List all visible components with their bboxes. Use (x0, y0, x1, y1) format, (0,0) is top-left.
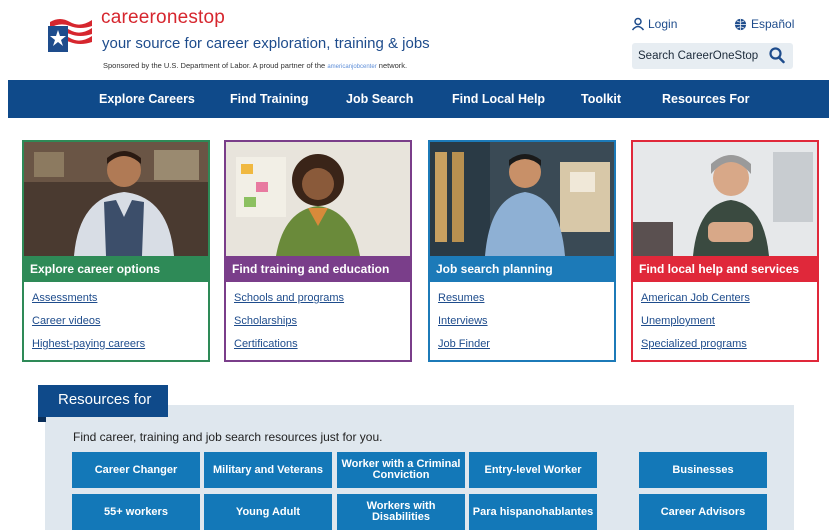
search-icon[interactable] (769, 47, 785, 64)
link-unemployment[interactable]: Unemployment (641, 315, 750, 327)
search-label: Search CareerOneStop (638, 50, 759, 62)
link-assessments[interactable]: Assessments (32, 292, 145, 304)
resource-button-disabilities[interactable]: Workers with Disabilities (337, 494, 465, 530)
sponsor-suffix: network. (378, 61, 408, 70)
link-certifications[interactable]: Certifications (234, 338, 344, 350)
link-highest-paying-careers[interactable]: Highest-paying careers (32, 338, 145, 350)
career-photo (24, 142, 208, 256)
resource-button-military-veterans[interactable]: Military and Veterans (204, 452, 332, 488)
card-links: Schools and programs Scholarships Certif… (234, 292, 344, 361)
resource-button-entry-level[interactable]: Entry-level Worker (469, 452, 597, 488)
card-links: Resumes Interviews Job Finder (438, 292, 490, 361)
job-search-photo (430, 142, 614, 256)
resource-button-career-advisors[interactable]: Career Advisors (639, 494, 767, 530)
nav-job-search[interactable]: Job Search (346, 80, 413, 118)
resource-button-young-adult[interactable]: Young Adult (204, 494, 332, 530)
brand-tagline: your source for career exploration, trai… (102, 35, 430, 52)
language-toggle[interactable]: Español (734, 17, 794, 31)
language-label: Español (751, 17, 795, 31)
login-link[interactable]: Login (631, 17, 677, 31)
resources-description: Find career, training and job search res… (73, 430, 383, 444)
card-title[interactable]: Job search planning (430, 256, 614, 282)
link-schools-and-programs[interactable]: Schools and programs (234, 292, 344, 304)
resource-button-55-plus[interactable]: 55+ workers (72, 494, 200, 530)
link-career-videos[interactable]: Career videos (32, 315, 145, 327)
sponsor-text: Sponsored by the U.S. Department of Labo… (103, 61, 326, 70)
resource-button-career-changer[interactable]: Career Changer (72, 452, 200, 488)
card-explore-careers: Explore career options Assessments Caree… (22, 140, 210, 362)
site-search[interactable]: Search CareerOneStop (632, 43, 793, 69)
brand-name[interactable]: careeronestop (101, 7, 225, 29)
card-find-local-help: Find local help and services American Jo… (631, 140, 819, 362)
nav-explore-careers[interactable]: Explore Careers (99, 80, 195, 118)
link-job-finder[interactable]: Job Finder (438, 338, 490, 350)
card-job-search: Job search planning Resumes Interviews J… (428, 140, 616, 362)
card-find-training: Find training and education Schools and … (224, 140, 412, 362)
link-scholarships[interactable]: Scholarships (234, 315, 344, 327)
nav-find-local-help[interactable]: Find Local Help (452, 80, 545, 118)
link-resumes[interactable]: Resumes (438, 292, 490, 304)
user-icon (631, 17, 645, 31)
nav-toolkit[interactable]: Toolkit (581, 80, 621, 118)
resource-button-criminal-conviction[interactable]: Worker with a Criminal Conviction (337, 452, 465, 488)
resources-title: Resources for (38, 385, 168, 417)
card-title[interactable]: Explore career options (24, 256, 208, 282)
card-links: Assessments Career videos Highest-paying… (32, 292, 145, 361)
main-navigation: Explore Careers Find Training Job Search… (8, 80, 829, 118)
link-interviews[interactable]: Interviews (438, 315, 490, 327)
link-american-job-centers[interactable]: American Job Centers (641, 292, 750, 304)
nav-resources-for[interactable]: Resources For (662, 80, 750, 118)
card-title[interactable]: Find training and education (226, 256, 410, 282)
local-help-photo (633, 142, 817, 256)
resource-button-hispanohablantes[interactable]: Para hispanohablantes (469, 494, 597, 530)
login-label: Login (648, 17, 678, 31)
american-job-center-link[interactable]: americanjobcenter (327, 64, 376, 70)
training-photo (226, 142, 410, 256)
link-specialized-programs[interactable]: Specialized programs (641, 338, 750, 350)
nav-find-training[interactable]: Find Training (230, 80, 308, 118)
site-header: careeronestop your source for career exp… (0, 0, 829, 78)
resource-button-businesses[interactable]: Businesses (639, 452, 767, 488)
card-links: American Job Centers Unemployment Specia… (641, 292, 750, 361)
card-title[interactable]: Find local help and services (633, 256, 817, 282)
careeronestop-logo-icon[interactable] (46, 12, 96, 56)
sponsor-note: Sponsored by the U.S. Department of Labo… (103, 61, 407, 70)
globe-icon (734, 18, 747, 30)
